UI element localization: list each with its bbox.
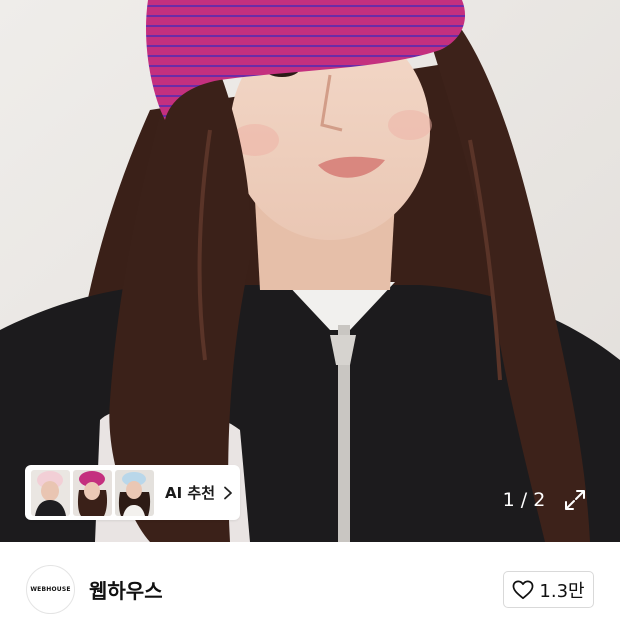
model-photo — [0, 0, 620, 542]
recommend-thumbnail-1[interactable] — [31, 469, 70, 516]
ai-recommend-label: AI 추천 — [165, 484, 216, 502]
chevron-right-icon — [224, 486, 232, 499]
recommend-thumbnail-2[interactable] — [73, 469, 112, 516]
like-count: 1.3만 — [539, 580, 585, 602]
expand-icon — [565, 490, 585, 510]
like-button[interactable]: 1.3만 — [503, 571, 594, 608]
image-page-counter: 1 / 2 — [502, 489, 546, 511]
brand-name[interactable]: 웹하우스 — [89, 575, 163, 604]
brand-logo-text: WEBHOUSE — [30, 586, 71, 593]
ai-recommend-button[interactable]: AI 추천 — [25, 465, 240, 520]
brand-logo[interactable]: WEBHOUSE — [26, 565, 75, 614]
recommend-thumbnail-3[interactable] — [115, 469, 154, 516]
expand-image-button[interactable] — [555, 481, 595, 519]
heart-outline-icon — [512, 580, 534, 599]
product-hero-image[interactable]: AI 추천 1 / 2 — [0, 0, 620, 542]
